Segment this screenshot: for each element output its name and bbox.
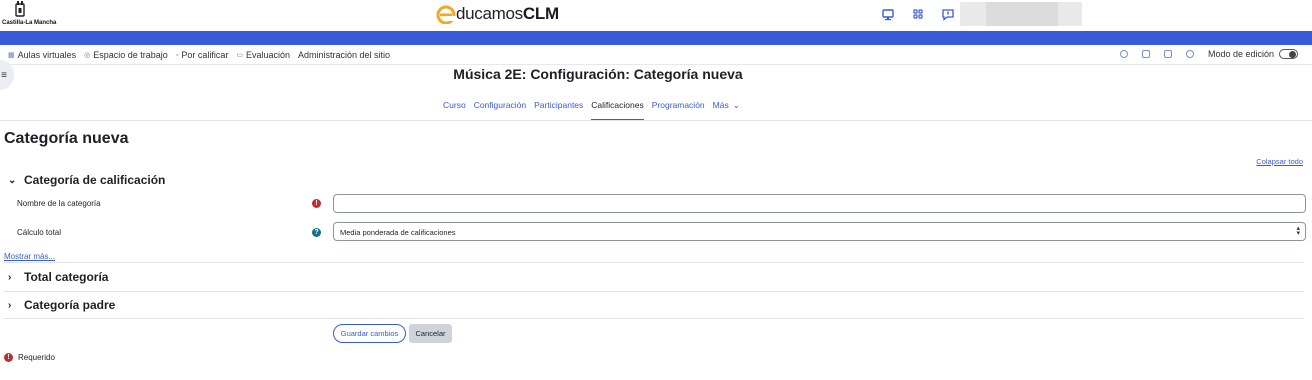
edit-mode-switch[interactable]: Modo de edición <box>1208 49 1298 59</box>
tab-programacion[interactable]: Programación <box>652 96 705 121</box>
tabs-divider <box>0 120 1312 121</box>
grading-icon: ▫ <box>175 51 179 59</box>
top-bar: Castilla-La Mancha ducamosCLM <box>0 0 1312 31</box>
show-more-link[interactable]: Mostrar más... <box>4 252 55 261</box>
calendar-icon[interactable] <box>1163 50 1172 58</box>
nav-right-tools: Modo de edición <box>1119 49 1298 59</box>
evaluation-icon: ▭ <box>236 52 243 59</box>
chevron-right-icon: › <box>8 299 12 311</box>
secondary-navigation: Curso Configuración Participantes Califi… <box>443 96 740 121</box>
nav-item-por-calificar[interactable]: ▫ Por calificar <box>176 50 229 60</box>
crest-icon <box>15 1 25 17</box>
educamos-clm-logo[interactable]: ducamosCLM <box>436 3 559 25</box>
toggle-icon[interactable] <box>1279 49 1298 59</box>
section-header-total-categoria[interactable]: › Total categoría <box>8 270 108 284</box>
required-icon: ! <box>312 199 321 208</box>
nav-item-evaluacion[interactable]: ▭ Evaluación <box>236 50 290 60</box>
tab-calificaciones[interactable]: Calificaciones <box>591 96 644 121</box>
section-header-categoria-padre[interactable]: › Categoría padre <box>8 298 115 312</box>
aggregation-select[interactable]: Media ponderada de calificaciones ▴ ▾ <box>333 222 1306 241</box>
nav-links: ▦ Aulas virtuales ◎ Espacio de trabajo ▫… <box>8 50 390 60</box>
settings-icon[interactable] <box>1185 50 1194 58</box>
user-menu-avatar[interactable] <box>960 2 1082 26</box>
chevron-down-icon: ⌄ <box>8 174 17 186</box>
notifications-icon[interactable] <box>1119 50 1128 58</box>
tab-more[interactable]: Más ⌄ <box>713 96 740 121</box>
logo-text: Castilla-La Mancha <box>2 20 57 26</box>
tab-curso[interactable]: Curso <box>443 96 466 121</box>
chevron-right-icon: › <box>8 271 12 283</box>
select-arrows-icon: ▴ ▾ <box>1296 225 1300 237</box>
nav-item-administracion[interactable]: Administración del sitio <box>298 50 390 60</box>
section-header-categoria-de-calificacion[interactable]: ⌄ Categoría de calificación <box>8 173 165 187</box>
nav-item-label: Espacio de trabajo <box>93 50 168 60</box>
help-icon[interactable]: ? <box>312 228 321 237</box>
tab-participantes[interactable]: Participantes <box>534 96 583 121</box>
category-name-input[interactable] <box>333 194 1306 213</box>
save-button[interactable]: Guardar cambios <box>333 324 406 343</box>
collapse-all-link[interactable]: Colapsar todo <box>1256 157 1303 166</box>
chevron-down-icon: ⌄ <box>732 100 740 110</box>
nav-item-label: Administración del sitio <box>297 50 391 60</box>
section-title: Categoría padre <box>24 298 116 312</box>
tab-more-label: Más <box>712 100 729 110</box>
category-name-label: Nombre de la categoría <box>17 199 101 208</box>
section-title: Categoría de calificación <box>24 173 166 187</box>
nav-item-label: Aulas virtuales <box>17 50 77 60</box>
required-label: Requerido <box>18 353 55 362</box>
workspace-icon: ◎ <box>84 52 91 59</box>
messages-icon[interactable] <box>940 6 956 22</box>
nav-item-aulas-virtuales[interactable]: ▦ Aulas virtuales <box>8 50 76 60</box>
tab-configuracion[interactable]: Configuración <box>474 96 526 121</box>
chat-icon[interactable] <box>1141 50 1150 58</box>
section-divider <box>4 291 1304 292</box>
brand-e-icon <box>436 5 456 24</box>
page-heading: Categoría nueva <box>4 130 129 147</box>
nav-item-espacio-de-trabajo[interactable]: ◎ Espacio de trabajo <box>84 50 168 60</box>
brand-color-bar <box>0 31 1312 45</box>
apps-grid-icon[interactable] <box>910 6 926 22</box>
section-title: Total categoría <box>24 270 109 284</box>
nav-item-label: Por calificar <box>181 50 229 60</box>
monitor-icon[interactable] <box>880 6 896 22</box>
header-icons <box>880 6 956 22</box>
required-icon: ! <box>4 353 13 362</box>
castilla-la-mancha-logo[interactable]: Castilla-La Mancha <box>2 1 56 29</box>
brand-wordmark: ducamosCLM <box>456 4 559 23</box>
required-legend: ! Requerido <box>4 353 55 362</box>
edit-mode-label: Modo de edición <box>1207 49 1274 59</box>
section-divider <box>4 262 1304 263</box>
aggregation-selected-value: Media ponderada de calificaciones <box>340 228 456 237</box>
page-title: Música 2E: Configuración: Categoría nuev… <box>453 66 743 82</box>
cancel-button[interactable]: Cancelar <box>409 324 452 343</box>
aggregation-label: Cálculo total <box>17 228 62 237</box>
nav-item-label: Evaluación <box>245 50 290 60</box>
primary-navigation: ▦ Aulas virtuales ◎ Espacio de trabajo ▫… <box>0 45 1312 65</box>
grid-icon: ▦ <box>8 52 15 59</box>
section-divider <box>4 318 1304 319</box>
